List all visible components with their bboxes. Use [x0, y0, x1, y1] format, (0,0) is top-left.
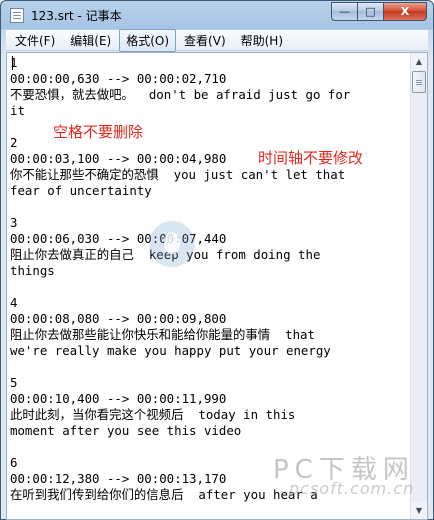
- scroll-up-arrow-icon[interactable]: ▲: [411, 53, 427, 70]
- text-line: it: [10, 103, 25, 118]
- text-line: 你不能让那些不确定的恐惧 you just can't let that: [10, 167, 346, 182]
- text-line: 1: [10, 55, 18, 70]
- text-line: [10, 279, 410, 295]
- text-line: [10, 199, 410, 215]
- menu-edit[interactable]: 编辑(E): [63, 29, 118, 52]
- text-line: moment after you see this video: [10, 423, 242, 438]
- title-bar[interactable]: 123.srt - 记事本 — □ X: [1, 1, 433, 29]
- scroll-thumb[interactable]: [412, 71, 426, 93]
- window-controls: — □ X: [331, 2, 427, 21]
- text-line: 00:00:10,400 --> 00:00:11,990: [10, 391, 227, 406]
- watermark-url: pcsoft.com.cn: [289, 479, 415, 498]
- notepad-window: 123.srt - 记事本 — □ X 文件(F) 编辑(E) 格式(O) 查看…: [0, 0, 434, 520]
- text-line: 此时此刻，当你看完这个视频后 today in this: [10, 407, 296, 422]
- menu-file[interactable]: 文件(F): [8, 29, 62, 52]
- text-line: 3: [10, 215, 18, 230]
- menu-bar: 文件(F) 编辑(E) 格式(O) 查看(V) 帮助(H): [6, 28, 428, 52]
- text-line: we're really make you happy put your ene…: [10, 343, 331, 358]
- menu-format[interactable]: 格式(O): [119, 28, 177, 52]
- annotation-time-note: 时间轴不要修改: [258, 149, 364, 167]
- window-title: 123.srt - 记事本: [31, 9, 122, 23]
- text-line: 4: [10, 295, 18, 310]
- close-button[interactable]: X: [383, 2, 427, 21]
- text-line: 00:00:00,630 --> 00:00:02,710: [10, 71, 227, 86]
- annotation-space-note: 空格不要删除: [53, 123, 144, 141]
- scroll-down-arrow-icon[interactable]: ▼: [411, 502, 427, 519]
- watermark-logo-icon: [149, 221, 195, 267]
- menu-view[interactable]: 查看(V): [177, 29, 233, 52]
- text-line: 00:00:08,080 --> 00:00:09,800: [10, 311, 227, 326]
- text-line: fear of uncertainty: [10, 183, 152, 198]
- text-line: things: [10, 263, 55, 278]
- text-line: 阻止你去做真正的自己 keep you from doing the: [10, 247, 321, 262]
- minimize-button[interactable]: —: [331, 2, 357, 21]
- text-line: 阻止你去做那些能让你快乐和能给你能量的事情 that: [10, 327, 315, 342]
- text-line: 5: [10, 375, 18, 390]
- text-line: 不要恐惧，就去做吧。 don't be afraid just go for: [10, 87, 351, 102]
- text-line: 00:00:06,030 --> 00:00:07,440: [10, 231, 227, 246]
- text-line: [10, 359, 410, 375]
- maximize-button[interactable]: □: [357, 2, 383, 21]
- notepad-icon: [10, 8, 24, 23]
- text-caret: [12, 56, 13, 70]
- menu-help[interactable]: 帮助(H): [234, 29, 290, 52]
